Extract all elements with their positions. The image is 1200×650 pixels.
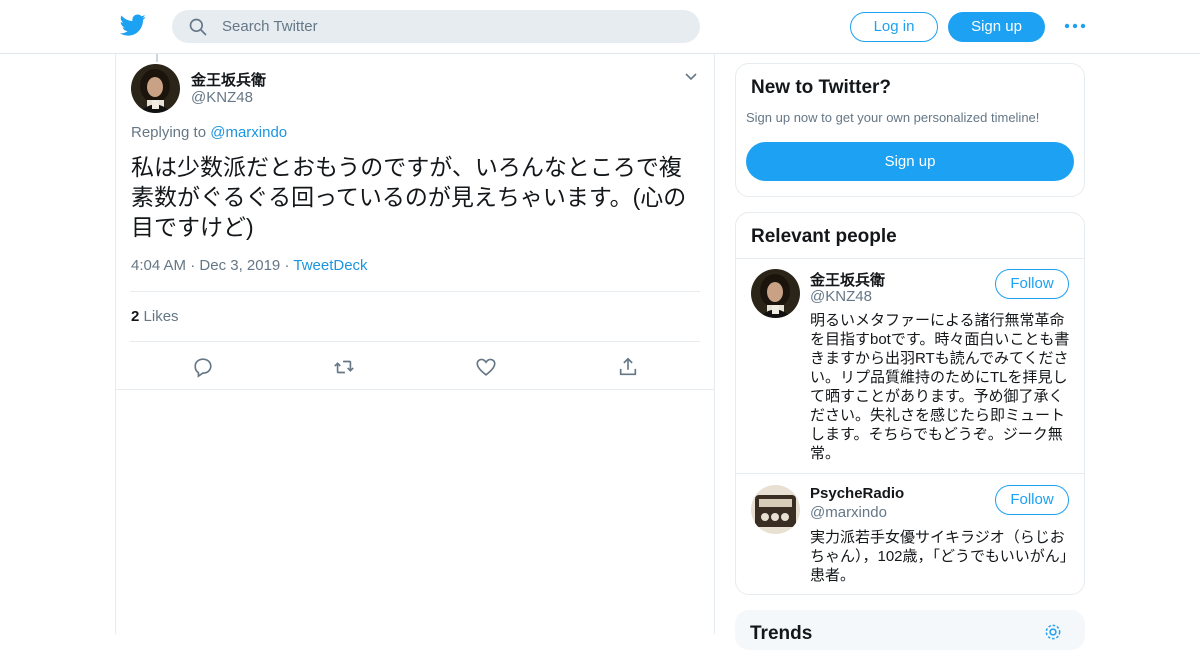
signup-button[interactable]: Sign up: [948, 12, 1045, 42]
avatar[interactable]: [751, 269, 800, 318]
search-icon: [189, 18, 207, 35]
replying-to-prefix: Replying to: [131, 124, 207, 141]
radio-avatar-image: [751, 485, 800, 534]
person-bio: 実力派若手女優サイキラジオ（らじおちゃん），102歳，「どうでもいいがん」患者。: [810, 529, 1068, 584]
person-handle[interactable]: @KNZ48: [810, 288, 872, 305]
sidebar-signup-button[interactable]: Sign up: [746, 142, 1074, 181]
search-box[interactable]: [172, 10, 700, 43]
portrait-avatar-image: [751, 269, 800, 318]
divider: [736, 258, 1084, 259]
replying-to: Replying to @marxindo: [131, 124, 287, 141]
meta-separator: ·: [190, 257, 200, 274]
tweet-author-name[interactable]: 金王坂兵衛: [191, 69, 266, 90]
login-button[interactable]: Log in: [850, 12, 938, 42]
twitter-bird-icon[interactable]: [120, 12, 146, 38]
replying-to-link[interactable]: @marxindo: [210, 124, 287, 141]
trends-title: Trends: [750, 623, 813, 644]
likes-count: 2: [131, 308, 140, 325]
person-name[interactable]: 金王坂兵衛: [810, 269, 885, 290]
chevron-down-icon[interactable]: [684, 70, 698, 84]
divider: [130, 341, 700, 342]
tweet-column: 金王坂兵衛 @KNZ48 Replying to @marxindo 私は少数派…: [115, 54, 715, 634]
tweet-date[interactable]: Dec 3, 2019: [199, 257, 280, 274]
reply-icon[interactable]: [192, 356, 214, 378]
thread-connector: [156, 54, 158, 62]
divider: [116, 389, 714, 390]
relevant-people-title: Relevant people: [751, 226, 897, 247]
likes-label: Likes: [143, 308, 179, 325]
portrait-avatar-image: [131, 64, 180, 113]
person-bio: 明るいメタファーによる諸行無常革命を目指すbotです。時々面白いことも書きますか…: [810, 312, 1070, 462]
retweet-icon[interactable]: [333, 356, 355, 378]
follow-button[interactable]: Follow: [995, 485, 1069, 515]
trends-card: Trends: [735, 610, 1085, 650]
tweet-meta: 4:04 AM · Dec 3, 2019 · TweetDeck: [131, 257, 368, 274]
avatar[interactable]: [131, 64, 180, 113]
tweet-time[interactable]: 4:04 AM: [131, 257, 186, 274]
tweet-source-link[interactable]: TweetDeck: [293, 257, 367, 274]
heart-icon[interactable]: [475, 356, 497, 378]
follow-button[interactable]: Follow: [995, 269, 1069, 299]
tweet-text: 私は少数派だとおもうのですが、いろんなところで複素数がぐるぐる回っているのが見え…: [131, 154, 687, 240]
new-to-twitter-card: New to Twitter? Sign up now to get your …: [735, 63, 1085, 197]
more-options-icon[interactable]: [1063, 18, 1087, 34]
person-name[interactable]: PsycheRadio: [810, 485, 904, 502]
share-icon[interactable]: [617, 356, 639, 378]
divider: [736, 473, 1084, 474]
tweet-author-handle[interactable]: @KNZ48: [191, 89, 253, 106]
new-to-twitter-subtitle: Sign up now to get your own personalized…: [746, 110, 1040, 125]
avatar[interactable]: [751, 485, 800, 534]
relevant-people-card: Relevant people 金王坂兵衛 @KNZ48 Follow 明るいメ…: [735, 212, 1085, 595]
top-bar: Log in Sign up: [0, 0, 1200, 54]
search-input[interactable]: [222, 18, 662, 35]
likes-stat[interactable]: 2 Likes: [131, 308, 179, 325]
new-to-twitter-title: New to Twitter?: [751, 77, 892, 98]
gear-icon[interactable]: [1043, 622, 1063, 642]
divider: [130, 291, 700, 292]
person-handle[interactable]: @marxindo: [810, 504, 887, 521]
